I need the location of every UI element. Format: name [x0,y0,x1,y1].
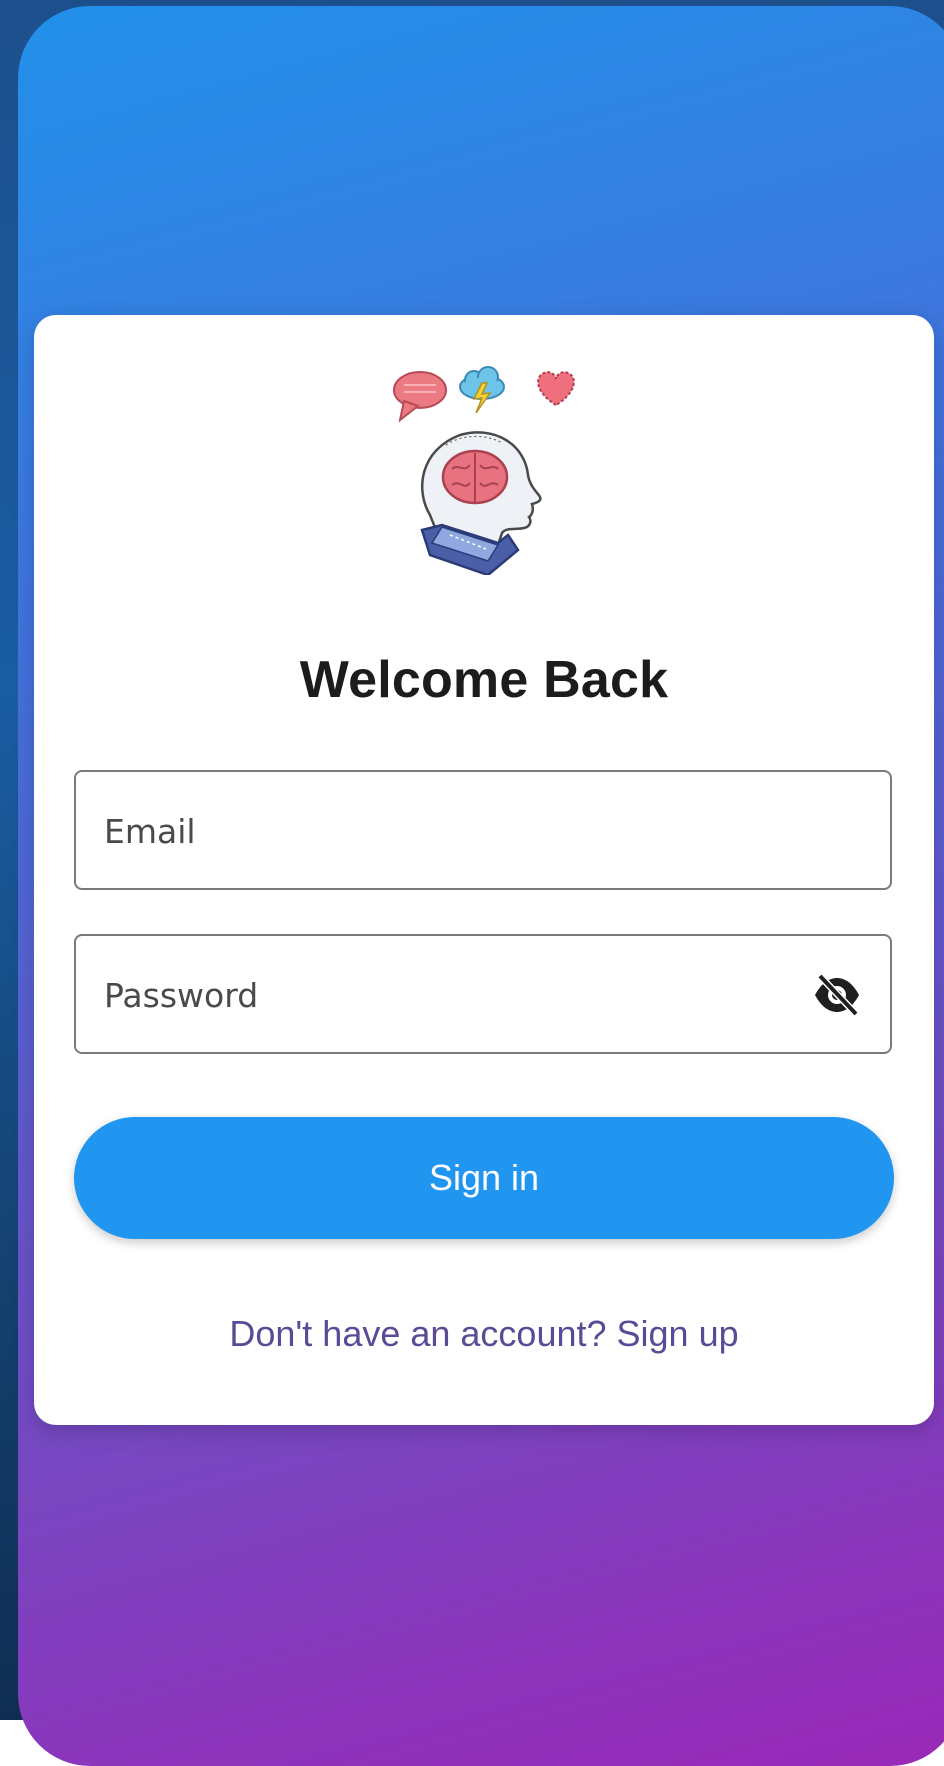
speech-bubble-icon [393,371,447,423]
eye-off-icon[interactable] [812,972,862,1018]
password-input[interactable] [102,936,806,1054]
storm-cloud-icon [459,366,505,414]
mind-head-illustration [393,366,575,575]
page-title: Welcome Back [299,651,669,709]
sign-up-link[interactable]: Don't have an account? Sign up [34,1313,934,1355]
password-field[interactable] [74,934,892,1054]
sign-in-button[interactable]: Sign in [74,1117,894,1239]
email-field[interactable] [74,770,892,890]
heart-icon [537,371,575,407]
email-input[interactable] [102,772,806,890]
brain-icon [441,449,509,505]
